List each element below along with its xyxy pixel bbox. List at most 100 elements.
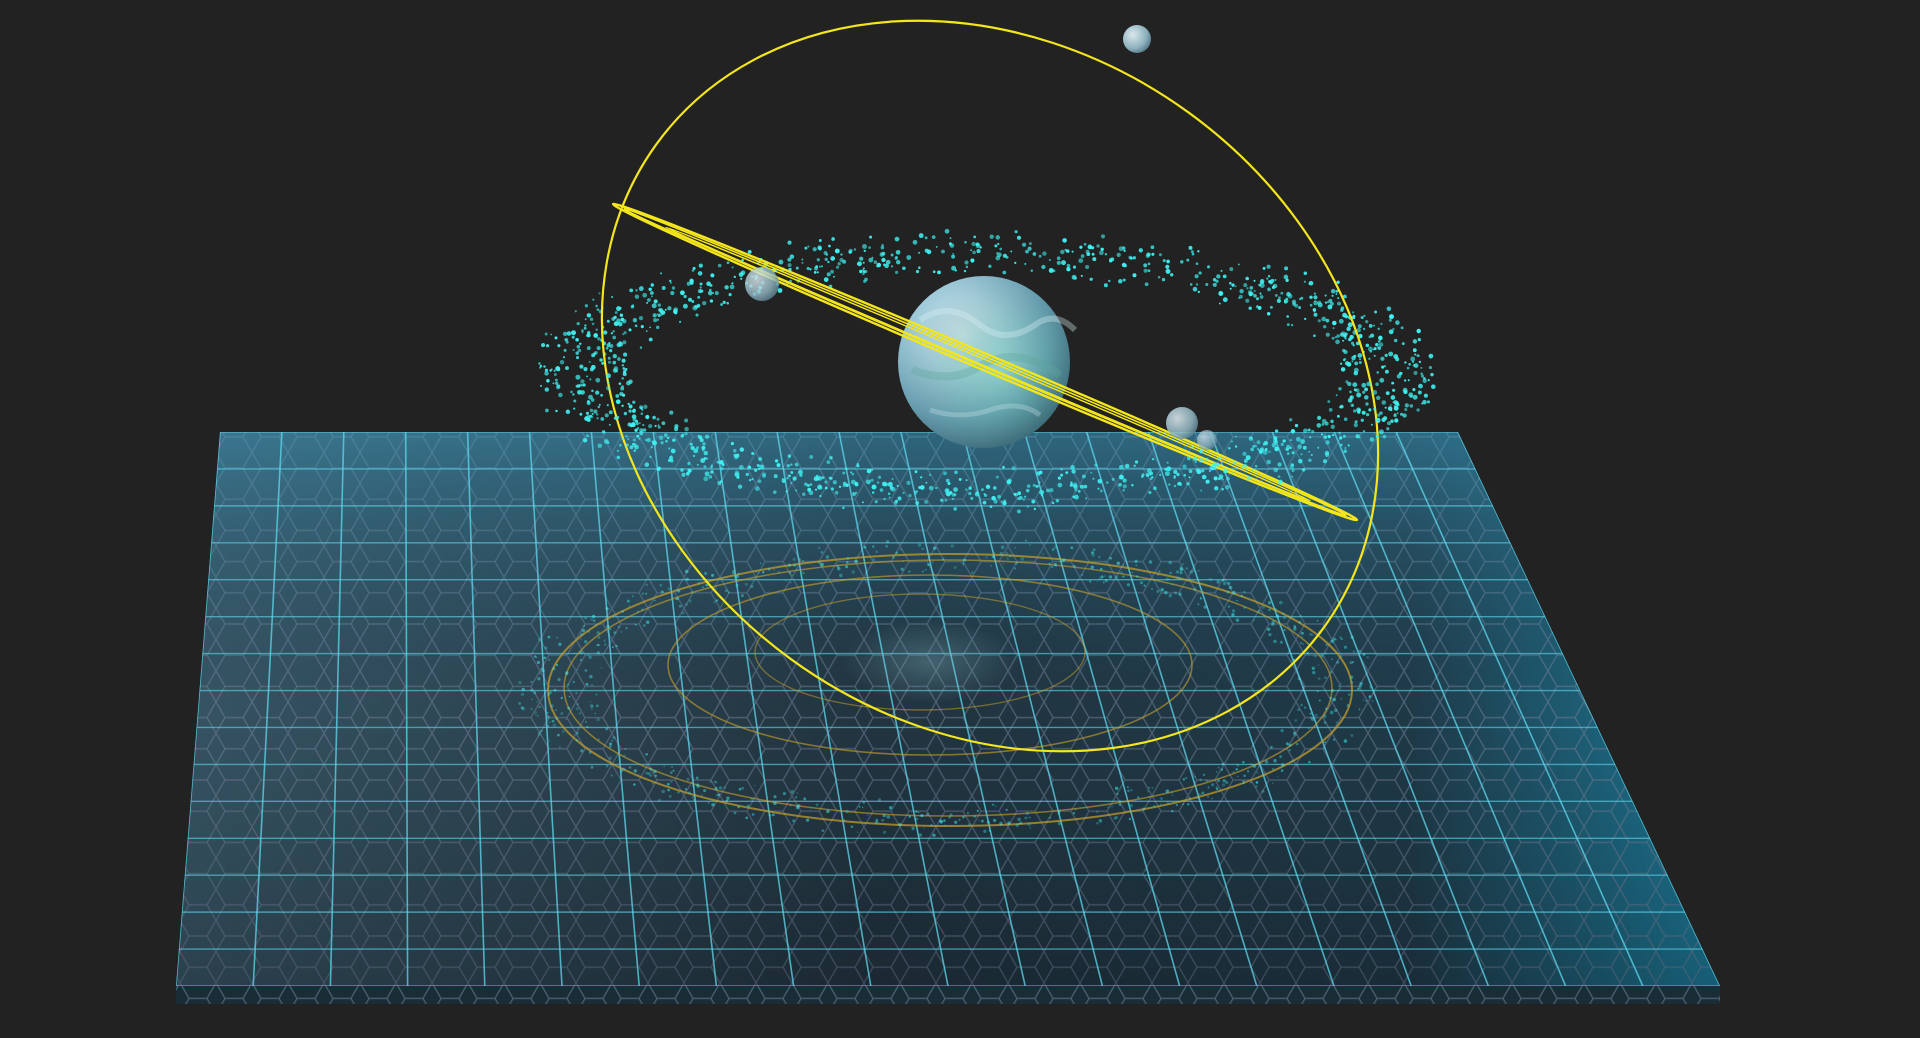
belt-particle — [1356, 392, 1362, 398]
belt-particle — [947, 481, 951, 486]
moon-right-small[interactable] — [1197, 430, 1217, 450]
reflection-particle — [1129, 803, 1134, 808]
belt-particle — [643, 404, 648, 409]
reflection-particle — [1185, 776, 1188, 780]
central-planet[interactable] — [898, 276, 1078, 448]
belt-particle — [912, 239, 918, 245]
reflection-particle — [789, 803, 792, 807]
belt-particle — [1021, 242, 1027, 247]
reflection-particle — [677, 791, 680, 794]
belt-particle — [1377, 346, 1380, 349]
belt-particle — [1165, 264, 1170, 269]
belt-particle — [593, 333, 598, 337]
belt-particle — [970, 249, 973, 252]
reflection-particle — [1283, 628, 1286, 632]
reflection-particle — [1221, 783, 1226, 787]
reflection-particle — [1293, 731, 1296, 735]
reflection-particle — [1340, 682, 1343, 685]
belt-particle — [1317, 319, 1321, 323]
moon-left[interactable] — [745, 267, 779, 301]
belt-particle — [786, 463, 791, 468]
belt-particle — [1354, 361, 1359, 366]
belt-particle — [1100, 234, 1106, 239]
belt-particle — [1330, 424, 1335, 429]
belt-particle — [1384, 369, 1389, 374]
reflection-particle — [556, 636, 559, 639]
reflection-particle — [1186, 802, 1190, 806]
belt-particle — [1079, 245, 1083, 249]
belt-particle — [650, 283, 655, 287]
moon-right[interactable] — [1166, 407, 1198, 439]
belt-particle — [840, 253, 843, 256]
reflection-particle — [531, 698, 534, 701]
belt-particle — [709, 299, 714, 303]
belt-particle — [786, 477, 789, 480]
belt-particle — [671, 286, 676, 290]
belt-particle — [1089, 277, 1093, 281]
belt-particle — [707, 290, 713, 296]
reflection-particle — [1350, 635, 1354, 640]
belt-particle — [672, 439, 675, 442]
reflection-particle — [533, 655, 537, 658]
belt-particle — [1300, 453, 1303, 456]
reflection-particle — [1290, 660, 1293, 663]
belt-particle — [1304, 317, 1307, 321]
belt-particle — [815, 476, 820, 481]
reflection-particle — [839, 573, 843, 578]
belt-particle — [553, 373, 557, 376]
belt-particle — [1317, 415, 1322, 420]
belt-particle — [1243, 283, 1248, 288]
reflection-particle — [615, 644, 618, 648]
belt-particle — [1361, 382, 1367, 388]
moon-top[interactable] — [1123, 25, 1151, 53]
belt-particle — [1071, 469, 1076, 474]
belt-particle — [1253, 289, 1256, 293]
belt-particle — [1091, 252, 1095, 256]
reflection-particle — [618, 758, 621, 761]
belt-particle — [1245, 298, 1250, 303]
reflection-particle — [1269, 745, 1273, 749]
reflection-particle — [684, 569, 689, 574]
reflection-particle — [1309, 632, 1313, 636]
3d-scene-viewport[interactable] — [0, 0, 1920, 1038]
hex-grid-platform[interactable] — [176, 432, 1720, 1004]
reflection-particle — [921, 547, 924, 550]
reflection-particle — [534, 713, 537, 716]
belt-particle — [1151, 252, 1155, 256]
reflection-particle — [953, 565, 957, 570]
reflection-particle — [1005, 808, 1008, 812]
belt-particle — [963, 269, 967, 273]
belt-particle — [600, 417, 605, 421]
belt-particle — [757, 479, 762, 484]
reflection-particle — [1202, 773, 1206, 777]
belt-particle — [1400, 371, 1403, 375]
belt-particle — [737, 484, 743, 489]
reflection-particle — [1273, 639, 1277, 644]
reflection-particle — [915, 810, 918, 813]
reflection-particle — [1347, 685, 1349, 687]
reflection-particle — [672, 769, 675, 772]
belt-particle — [1024, 495, 1027, 498]
reflection-particle — [653, 599, 656, 602]
belt-particle — [1335, 339, 1340, 345]
belt-particle — [1246, 287, 1249, 290]
reflection-particle — [717, 793, 721, 797]
belt-particle — [575, 338, 579, 342]
belt-particle — [1384, 406, 1387, 409]
reflection-particle — [594, 712, 596, 715]
belt-particle — [747, 465, 752, 469]
belt-particle — [859, 256, 864, 261]
belt-particle — [951, 265, 957, 271]
reflection-particle — [846, 557, 850, 560]
belt-particle — [868, 246, 871, 249]
belt-particle — [579, 364, 584, 369]
scene-canvas[interactable] — [0, 0, 1920, 1038]
reflection-particle — [980, 819, 984, 823]
belt-particle — [1321, 418, 1327, 424]
reflection-particle — [596, 644, 599, 647]
belt-particle — [759, 464, 765, 470]
reflection-particle — [586, 725, 589, 729]
belt-particle — [1393, 413, 1397, 418]
reflection-particle — [1279, 640, 1283, 644]
reflection-particle — [735, 583, 739, 587]
